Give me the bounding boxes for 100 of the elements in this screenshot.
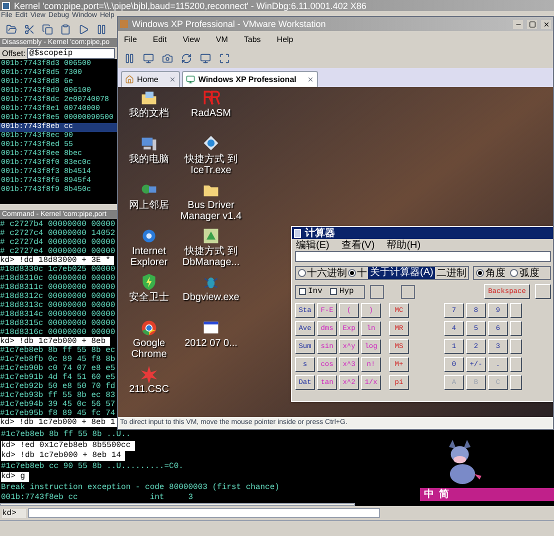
copy-icon[interactable] <box>40 22 55 37</box>
monitor-icon <box>186 75 196 84</box>
offset-label: Offset: <box>2 48 26 58</box>
output-line: Break instruction exception - code 80000003 (first chance) <box>1 482 280 492</box>
calculator-icon <box>294 228 301 238</box>
horizontal-scrollbar[interactable] <box>0 503 355 506</box>
output-line: #1c7eb8eb cc 90 55 8b ..U.........=C0. <box>1 462 184 472</box>
radio-label[interactable]: 弧度 <box>519 268 540 278</box>
menu-item[interactable]: Edit <box>152 35 167 44</box>
desktop-icon-label[interactable]: Bus Driver Manager v1.4 <box>180 200 242 222</box>
menu-item[interactable]: 查看(V) <box>341 240 375 250</box>
radio-button[interactable] <box>348 269 356 277</box>
menu-item[interactable]: 帮助(H) <box>386 240 421 250</box>
indicator-box <box>401 284 415 298</box>
calculator-button[interactable] <box>510 303 522 318</box>
output-line: #1c7eb90b c0 74 07 e8 e5 <box>0 364 116 373</box>
window-title: Windows XP Professional - VMware Workstation <box>132 19 326 29</box>
desktop-icon-label[interactable]: 网上邻居 <box>129 200 169 211</box>
desktop-icon-label[interactable]: Dbgview.exe <box>182 292 240 303</box>
output-line: #1c7eb8eb 8b ff 55 8b ec <box>0 346 116 355</box>
output-line: #1c7eb95b f8 89 45 fc 74 <box>0 409 116 418</box>
output-line: #18d8310c 00000000 00000 <box>0 274 116 283</box>
radio-label[interactable]: 十 <box>357 268 367 278</box>
output-line: #18d8316c 00000000 00000 <box>0 328 116 337</box>
highlighted-menu-item[interactable]: 关于计算器(A) <box>368 267 436 279</box>
offset-field[interactable]: @$scopeip <box>27 48 115 58</box>
checkbox-label[interactable]: Inv <box>308 287 322 296</box>
close-icon <box>542 20 550 28</box>
output-line: #18d8330c 1c7eb025 00000 <box>0 265 116 274</box>
menu-item[interactable]: VM <box>216 35 228 44</box>
desktop-icon-label[interactable]: 2012 07 0... <box>184 338 238 349</box>
vmware-icon <box>120 20 128 28</box>
computer-icon[interactable] <box>140 135 158 153</box>
output-line: #18d8315c 00000000 00000 <box>0 319 116 328</box>
output-line: #1c7eb93b ff 55 8b ec 83 <box>0 391 116 400</box>
tab[interactable]: Windows XP Professional <box>182 71 318 87</box>
desktop-icon-label[interactable]: Internet Explorer <box>118 246 180 268</box>
debugger-icon <box>2 2 10 10</box>
calculator-button[interactable] <box>510 357 522 372</box>
output-line: #1c7eb8eb 8b ff 55 8b ..U.. <box>1 430 132 440</box>
window-title: 计算器 <box>305 228 335 238</box>
output-line: #18d8311c 00000000 00000 <box>0 283 116 292</box>
desktop-icon-label[interactable]: 快捷方式 到 IceTr.exe <box>180 154 242 176</box>
desktop-icon-label[interactable]: RadASM <box>190 108 231 119</box>
output-line: #18d8313c 00000000 00000 <box>0 301 116 310</box>
desktop-icon-label[interactable]: 快捷方式 到 DbManage... <box>180 246 242 268</box>
star-icon[interactable] <box>140 365 158 383</box>
output-line: # c2727d4 00000000 00000 <box>0 238 116 247</box>
ime-button[interactable]: 简 <box>439 489 449 500</box>
output-line: # c2727e4 00000000 00000 <box>0 247 116 256</box>
menu-item[interactable]: Help <box>276 35 294 44</box>
checkbox-label[interactable]: Hyp <box>339 287 354 296</box>
logo-icon[interactable] <box>202 89 220 107</box>
close-button[interactable] <box>541 20 551 28</box>
radio-label[interactable]: 十六进制 <box>307 268 347 278</box>
ime-button[interactable]: 中 <box>424 489 434 500</box>
output-line: #1c7eb8fb 0c 89 45 f8 8b <box>0 355 116 364</box>
menu-item[interactable]: View <box>182 35 200 44</box>
minimize-button[interactable] <box>513 20 523 28</box>
menu-item[interactable]: File <box>124 35 137 44</box>
radio-label[interactable]: 二进制 <box>436 268 466 278</box>
output-line: #1c7eb92b 50 e8 50 70 fd <box>0 382 116 391</box>
shield-icon[interactable] <box>140 273 158 291</box>
folder-icon[interactable] <box>140 89 158 107</box>
desktop-icon-label[interactable]: 我的电脑 <box>129 154 169 165</box>
desktop-icon-label[interactable]: 我的文档 <box>129 108 169 119</box>
maximize-icon <box>528 20 536 28</box>
tab[interactable]: Home <box>121 71 180 87</box>
calculator-button[interactable] <box>535 284 551 299</box>
output-line: #1c7eb94b 39 45 0c 56 57 <box>0 400 116 409</box>
menu-item[interactable]: Tabs <box>244 35 261 44</box>
output-line: 001b:7743f8eb cc int 3 <box>1 493 194 503</box>
output-line: # c2727b4 00000000 00000 <box>0 220 116 229</box>
checkbox[interactable] <box>299 288 306 295</box>
calculator-button[interactable] <box>510 321 522 336</box>
menu-item[interactable]: 编辑(E) <box>296 240 330 250</box>
output-line: #18d8312c 00000000 00000 <box>0 292 116 301</box>
calculator-button[interactable] <box>510 339 522 354</box>
globe-icon[interactable] <box>140 227 158 245</box>
window-title: Kernel 'com:pipe,port=\\.\pipe\bjbl,baud=115200,reconnect' - WinDbg:6.11.0001.402 X86 <box>14 0 366 10</box>
desktop-icon-label[interactable]: 211.CSC <box>129 384 169 395</box>
maximize-button[interactable] <box>527 20 537 28</box>
checkbox[interactable] <box>330 288 338 295</box>
indicator-box <box>370 284 384 298</box>
radio-label[interactable]: 角度 <box>485 268 506 278</box>
output-line: # c2727c4 00000000 14052 <box>0 229 116 238</box>
prompt-label: kd> <box>2 508 26 518</box>
command-input[interactable] <box>28 508 380 518</box>
radio-button[interactable] <box>298 269 306 277</box>
desktop-icon-label[interactable]: Google Chrome <box>118 338 180 360</box>
calculator-button[interactable] <box>510 375 522 390</box>
circle-logo-icon[interactable] <box>140 319 158 337</box>
radio-button[interactable] <box>476 269 484 277</box>
home-icon <box>125 75 134 84</box>
ime-toolbar[interactable]: 中 简 <box>420 488 554 501</box>
output-line: #1c7eb91b 4d f4 51 60 e5 <box>0 373 116 382</box>
close-icon <box>169 76 176 83</box>
close-icon <box>307 76 314 83</box>
radio-button[interactable] <box>510 269 518 277</box>
desktop-icon-label[interactable]: 安全卫士 <box>129 292 169 303</box>
